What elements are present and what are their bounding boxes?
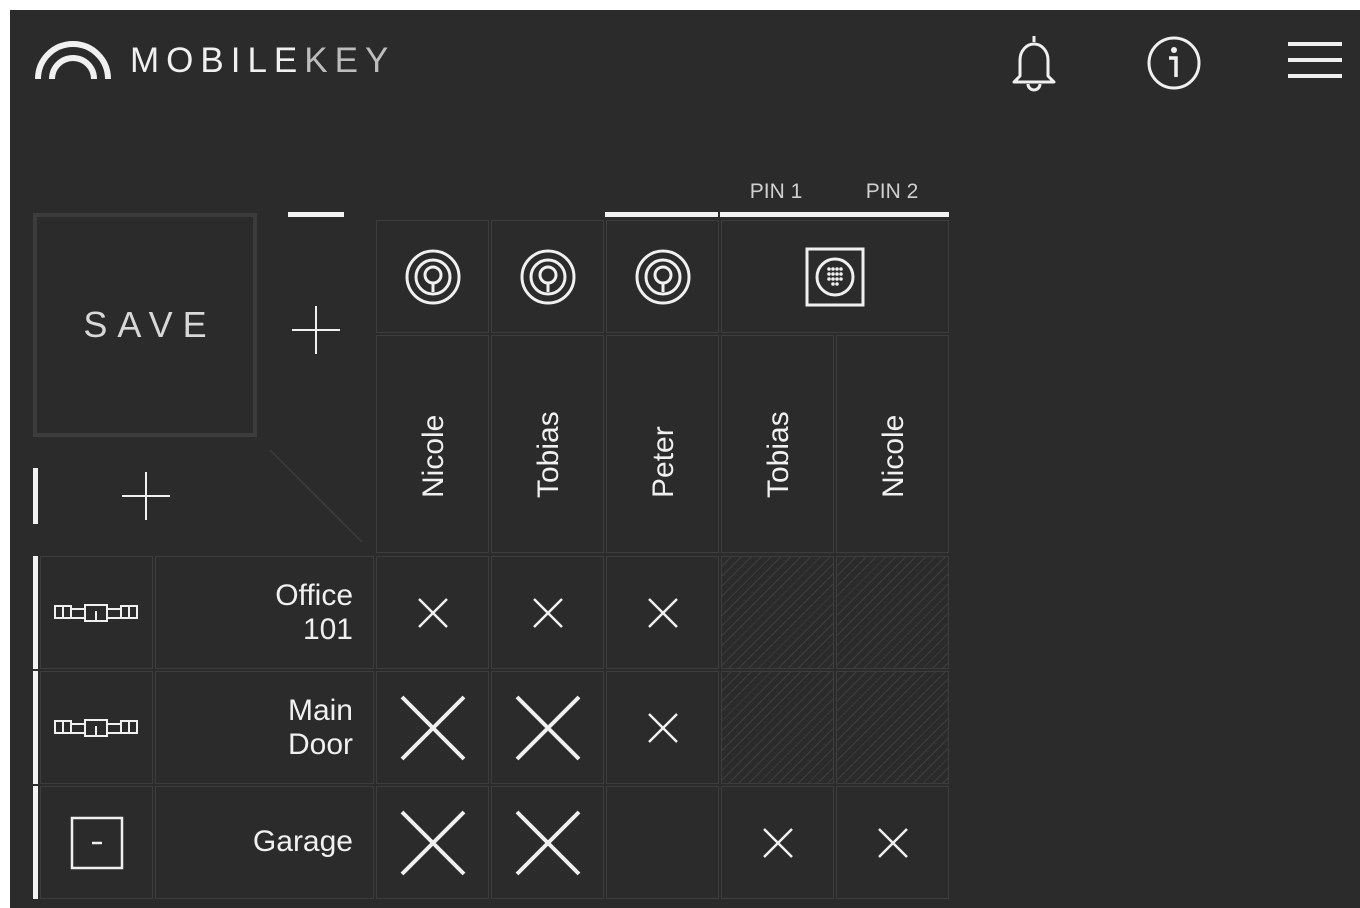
app-window: MOBILEKEY SAVE PIN 1 PIN 2 Nicole Tobias… <box>10 10 1360 908</box>
door-name-cell[interactable]: Office 101 <box>155 556 374 669</box>
user-name: Peter <box>646 426 680 498</box>
user-header-cell[interactable]: Tobias <box>491 335 604 553</box>
add-user-button[interactable] <box>290 304 342 361</box>
small-x-icon <box>762 827 793 858</box>
door-row-bar <box>33 556 38 669</box>
door-name: Office 101 <box>275 579 353 647</box>
user-name: Tobias <box>531 411 565 498</box>
door-name-cell[interactable]: Main Door <box>155 671 374 784</box>
transponder-group-bar <box>605 212 718 217</box>
door-icon-cell[interactable] <box>40 671 153 784</box>
large-x-icon <box>400 695 465 760</box>
notifications-button[interactable] <box>1006 32 1062 99</box>
transponder-icon <box>520 249 575 304</box>
permission-cell-unavailable <box>836 671 949 784</box>
add-door-bar <box>33 468 38 524</box>
plus-icon <box>122 472 170 520</box>
cylinder-lock-icon <box>53 718 138 737</box>
brand-name: MOBILEKEY <box>130 41 395 81</box>
logo-arc-icon <box>35 41 111 80</box>
small-x-icon <box>647 597 678 628</box>
brand-logo: MOBILEKEY <box>34 36 395 86</box>
save-button[interactable]: SAVE <box>33 213 257 437</box>
device-cell[interactable] <box>376 220 489 333</box>
user-name: Nicole <box>416 414 450 498</box>
permission-cell[interactable] <box>721 786 834 899</box>
permission-cell[interactable] <box>606 786 719 899</box>
user-header-cell[interactable]: Tobias <box>721 335 834 553</box>
small-x-icon <box>877 827 908 858</box>
garage-door-icon <box>70 816 123 869</box>
pin-keypad-icon <box>805 247 865 306</box>
permission-cell[interactable] <box>491 556 604 669</box>
info-button[interactable] <box>1146 35 1202 96</box>
door-row-bar <box>33 786 38 899</box>
door-name-cell[interactable]: Garage <box>155 786 374 899</box>
permission-cell[interactable] <box>376 786 489 899</box>
save-button-label: SAVE <box>83 304 217 345</box>
cylinder-lock-icon <box>53 603 138 622</box>
permission-cell-unavailable <box>721 671 834 784</box>
pin1-label: PIN 1 <box>749 180 803 203</box>
small-x-icon <box>532 597 563 628</box>
small-x-icon <box>417 597 448 628</box>
user-name: Tobias <box>761 411 795 498</box>
large-x-icon <box>515 695 580 760</box>
permission-cell-unavailable <box>721 556 834 669</box>
door-name-line2: Door <box>287 728 353 761</box>
hamburger-menu-icon <box>1288 42 1342 78</box>
user-header-cell[interactable]: Nicole <box>836 335 949 553</box>
permission-cell-unavailable <box>836 556 949 669</box>
transponder-icon <box>635 249 690 304</box>
small-x-icon <box>647 712 678 743</box>
door-name-line1: Garage <box>252 825 353 858</box>
add-door-button[interactable] <box>120 470 172 527</box>
large-x-icon <box>515 810 580 875</box>
permission-cell[interactable] <box>491 786 604 899</box>
menu-button[interactable] <box>1286 40 1344 85</box>
user-name: Nicole <box>876 414 910 498</box>
device-cell[interactable] <box>721 220 949 333</box>
door-name: Garage <box>253 825 353 859</box>
corner-divider <box>269 449 363 543</box>
door-row-bar <box>33 671 38 784</box>
door-name: Main Door <box>288 694 353 762</box>
add-user-bar <box>288 212 344 217</box>
permission-cell[interactable] <box>491 671 604 784</box>
permission-cell[interactable] <box>606 556 719 669</box>
large-x-icon <box>400 810 465 875</box>
brand-name-light: KEY <box>304 41 396 80</box>
permission-cell[interactable] <box>606 671 719 784</box>
door-name-line1: Main <box>287 694 353 727</box>
plus-icon <box>292 306 340 354</box>
door-name-line2: 101 <box>302 613 353 646</box>
permission-cell[interactable] <box>836 786 949 899</box>
bell-icon <box>1012 36 1056 92</box>
brand-name-bold: MOBILE <box>130 41 305 80</box>
permission-cell[interactable] <box>376 671 489 784</box>
door-icon-cell[interactable] <box>40 556 153 669</box>
transponder-icon <box>405 249 460 304</box>
device-cell[interactable] <box>606 220 719 333</box>
user-header-cell[interactable]: Peter <box>606 335 719 553</box>
door-name-line1: Office <box>275 579 353 612</box>
user-header-cell[interactable]: Nicole <box>376 335 489 553</box>
pin-group-bar <box>720 212 949 217</box>
permission-cell[interactable] <box>376 556 489 669</box>
device-cell[interactable] <box>491 220 604 333</box>
info-icon <box>1147 36 1201 90</box>
door-icon-cell[interactable] <box>40 786 153 899</box>
pin2-label: PIN 2 <box>865 180 919 203</box>
